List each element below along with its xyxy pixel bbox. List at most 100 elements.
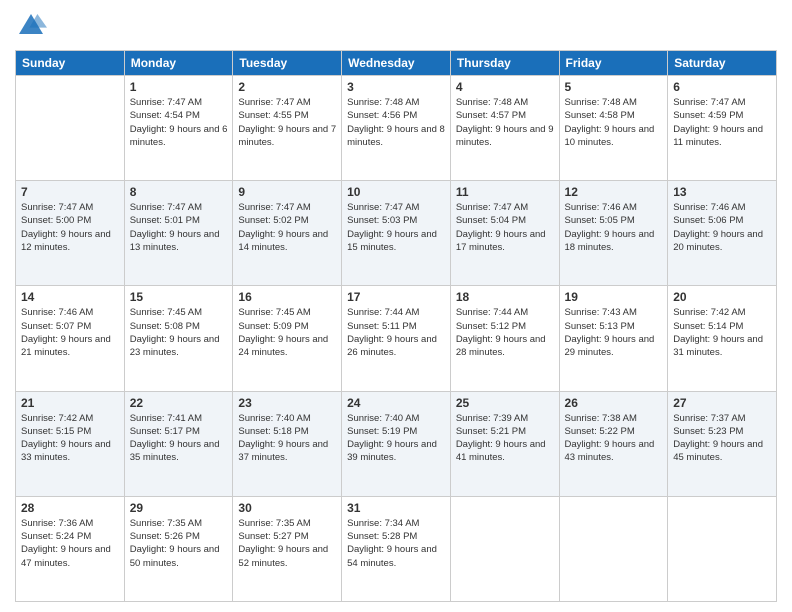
- day-info: Sunrise: 7:38 AMSunset: 5:22 PMDaylight:…: [565, 412, 663, 465]
- day-info: Sunrise: 7:48 AMSunset: 4:56 PMDaylight:…: [347, 96, 445, 149]
- day-info: Sunrise: 7:36 AMSunset: 5:24 PMDaylight:…: [21, 517, 119, 570]
- calendar-cell: 25Sunrise: 7:39 AMSunset: 5:21 PMDayligh…: [450, 391, 559, 496]
- day-info: Sunrise: 7:46 AMSunset: 5:07 PMDaylight:…: [21, 306, 119, 359]
- calendar-cell: 14 Sunrise: 7:46 AMSunset: 5:07 PMDayligh…: [16, 286, 125, 391]
- day-info: Sunrise: 7:40 AMSunset: 5:19 PMDaylight:…: [347, 412, 445, 465]
- day-info: Sunrise: 7:43 AMSunset: 5:13 PMDaylight:…: [565, 306, 663, 359]
- calendar-cell: 10 Sunrise: 7:47 AMSunset: 5:03 PMDayligh…: [342, 181, 451, 286]
- day-number: 10: [347, 185, 445, 199]
- day-number: 16: [238, 290, 336, 304]
- calendar-cell: 28Sunrise: 7:36 AMSunset: 5:24 PMDayligh…: [16, 496, 125, 601]
- week-row-3: 21 Sunrise: 7:42 AMSunset: 5:15 PMDayligh…: [16, 391, 777, 496]
- day-number: 3: [347, 80, 445, 94]
- week-row-0: 1 Sunrise: 7:47 AMSunset: 4:54 PMDaylight…: [16, 76, 777, 181]
- calendar-table: SundayMondayTuesdayWednesdayThursdayFrid…: [15, 50, 777, 602]
- day-number: 4: [456, 80, 554, 94]
- day-number: 9: [238, 185, 336, 199]
- day-info: Sunrise: 7:41 AMSunset: 5:17 PMDaylight:…: [130, 412, 228, 465]
- col-header-wednesday: Wednesday: [342, 51, 451, 76]
- day-number: 22: [130, 396, 228, 410]
- col-header-tuesday: Tuesday: [233, 51, 342, 76]
- header: [15, 10, 777, 42]
- day-number: 26: [565, 396, 663, 410]
- calendar-cell: 27Sunrise: 7:37 AMSunset: 5:23 PMDayligh…: [668, 391, 777, 496]
- day-info: Sunrise: 7:47 AMSunset: 5:04 PMDaylight:…: [456, 201, 554, 254]
- day-info: Sunrise: 7:45 AMSunset: 5:08 PMDaylight:…: [130, 306, 228, 359]
- calendar-cell: 26 Sunrise: 7:38 AMSunset: 5:22 PMDayligh…: [559, 391, 668, 496]
- col-header-friday: Friday: [559, 51, 668, 76]
- calendar-cell: 19 Sunrise: 7:43 AMSunset: 5:13 PMDayligh…: [559, 286, 668, 391]
- day-number: 7: [21, 185, 119, 199]
- day-number: 29: [130, 501, 228, 515]
- day-info: Sunrise: 7:47 AMSunset: 5:00 PMDaylight:…: [21, 201, 119, 254]
- day-info: Sunrise: 7:35 AMSunset: 5:26 PMDaylight:…: [130, 517, 228, 570]
- calendar-cell: [668, 496, 777, 601]
- day-number: 18: [456, 290, 554, 304]
- calendar-cell: [559, 496, 668, 601]
- day-number: 1: [130, 80, 228, 94]
- calendar-cell: 2 Sunrise: 7:47 AMSunset: 4:55 PMDaylight…: [233, 76, 342, 181]
- day-info: Sunrise: 7:48 AMSunset: 4:57 PMDaylight:…: [456, 96, 554, 149]
- logo: [15, 10, 51, 42]
- day-info: Sunrise: 7:47 AMSunset: 5:03 PMDaylight:…: [347, 201, 445, 254]
- calendar-cell: 17 Sunrise: 7:44 AMSunset: 5:11 PMDayligh…: [342, 286, 451, 391]
- calendar-cell: 18Sunrise: 7:44 AMSunset: 5:12 PMDayligh…: [450, 286, 559, 391]
- calendar-cell: 24 Sunrise: 7:40 AMSunset: 5:19 PMDayligh…: [342, 391, 451, 496]
- calendar-cell: 31 Sunrise: 7:34 AMSunset: 5:28 PMDayligh…: [342, 496, 451, 601]
- day-info: Sunrise: 7:40 AMSunset: 5:18 PMDaylight:…: [238, 412, 336, 465]
- calendar-cell: 1 Sunrise: 7:47 AMSunset: 4:54 PMDaylight…: [124, 76, 233, 181]
- day-info: Sunrise: 7:48 AMSunset: 4:58 PMDaylight:…: [565, 96, 663, 149]
- day-info: Sunrise: 7:37 AMSunset: 5:23 PMDaylight:…: [673, 412, 771, 465]
- day-number: 25: [456, 396, 554, 410]
- col-header-thursday: Thursday: [450, 51, 559, 76]
- day-info: Sunrise: 7:44 AMSunset: 5:11 PMDaylight:…: [347, 306, 445, 359]
- day-info: Sunrise: 7:46 AMSunset: 5:05 PMDaylight:…: [565, 201, 663, 254]
- calendar-cell: 15Sunrise: 7:45 AMSunset: 5:08 PMDayligh…: [124, 286, 233, 391]
- day-number: 11: [456, 185, 554, 199]
- calendar-cell: [450, 496, 559, 601]
- day-info: Sunrise: 7:47 AMSunset: 4:54 PMDaylight:…: [130, 96, 228, 149]
- week-row-4: 28Sunrise: 7:36 AMSunset: 5:24 PMDayligh…: [16, 496, 777, 601]
- day-info: Sunrise: 7:47 AMSunset: 4:59 PMDaylight:…: [673, 96, 771, 149]
- day-info: Sunrise: 7:42 AMSunset: 5:15 PMDaylight:…: [21, 412, 119, 465]
- col-header-sunday: Sunday: [16, 51, 125, 76]
- day-number: 12: [565, 185, 663, 199]
- calendar-cell: 6 Sunrise: 7:47 AMSunset: 4:59 PMDaylight…: [668, 76, 777, 181]
- col-header-saturday: Saturday: [668, 51, 777, 76]
- day-info: Sunrise: 7:45 AMSunset: 5:09 PMDaylight:…: [238, 306, 336, 359]
- day-number: 14: [21, 290, 119, 304]
- day-info: Sunrise: 7:34 AMSunset: 5:28 PMDaylight:…: [347, 517, 445, 570]
- calendar-cell: 16 Sunrise: 7:45 AMSunset: 5:09 PMDayligh…: [233, 286, 342, 391]
- day-number: 2: [238, 80, 336, 94]
- calendar-cell: 5 Sunrise: 7:48 AMSunset: 4:58 PMDaylight…: [559, 76, 668, 181]
- day-number: 17: [347, 290, 445, 304]
- calendar-cell: 3 Sunrise: 7:48 AMSunset: 4:56 PMDaylight…: [342, 76, 451, 181]
- week-row-2: 14 Sunrise: 7:46 AMSunset: 5:07 PMDayligh…: [16, 286, 777, 391]
- day-info: Sunrise: 7:42 AMSunset: 5:14 PMDaylight:…: [673, 306, 771, 359]
- header-row: SundayMondayTuesdayWednesdayThursdayFrid…: [16, 51, 777, 76]
- day-number: 5: [565, 80, 663, 94]
- day-number: 6: [673, 80, 771, 94]
- day-number: 13: [673, 185, 771, 199]
- day-number: 23: [238, 396, 336, 410]
- calendar-cell: 12 Sunrise: 7:46 AMSunset: 5:05 PMDayligh…: [559, 181, 668, 286]
- day-info: Sunrise: 7:47 AMSunset: 4:55 PMDaylight:…: [238, 96, 336, 149]
- day-number: 19: [565, 290, 663, 304]
- week-row-1: 7 Sunrise: 7:47 AMSunset: 5:00 PMDaylight…: [16, 181, 777, 286]
- calendar-cell: [16, 76, 125, 181]
- calendar-cell: 20Sunrise: 7:42 AMSunset: 5:14 PMDayligh…: [668, 286, 777, 391]
- day-number: 21: [21, 396, 119, 410]
- calendar-cell: 22 Sunrise: 7:41 AMSunset: 5:17 PMDayligh…: [124, 391, 233, 496]
- logo-icon: [15, 10, 47, 42]
- calendar-cell: 11 Sunrise: 7:47 AMSunset: 5:04 PMDayligh…: [450, 181, 559, 286]
- day-number: 31: [347, 501, 445, 515]
- page: SundayMondayTuesdayWednesdayThursdayFrid…: [0, 0, 792, 612]
- day-number: 30: [238, 501, 336, 515]
- calendar-cell: 8Sunrise: 7:47 AMSunset: 5:01 PMDaylight…: [124, 181, 233, 286]
- calendar-cell: 4 Sunrise: 7:48 AMSunset: 4:57 PMDaylight…: [450, 76, 559, 181]
- calendar-cell: 23 Sunrise: 7:40 AMSunset: 5:18 PMDayligh…: [233, 391, 342, 496]
- col-header-monday: Monday: [124, 51, 233, 76]
- calendar-cell: 7 Sunrise: 7:47 AMSunset: 5:00 PMDaylight…: [16, 181, 125, 286]
- day-number: 24: [347, 396, 445, 410]
- calendar-cell: 29 Sunrise: 7:35 AMSunset: 5:26 PMDayligh…: [124, 496, 233, 601]
